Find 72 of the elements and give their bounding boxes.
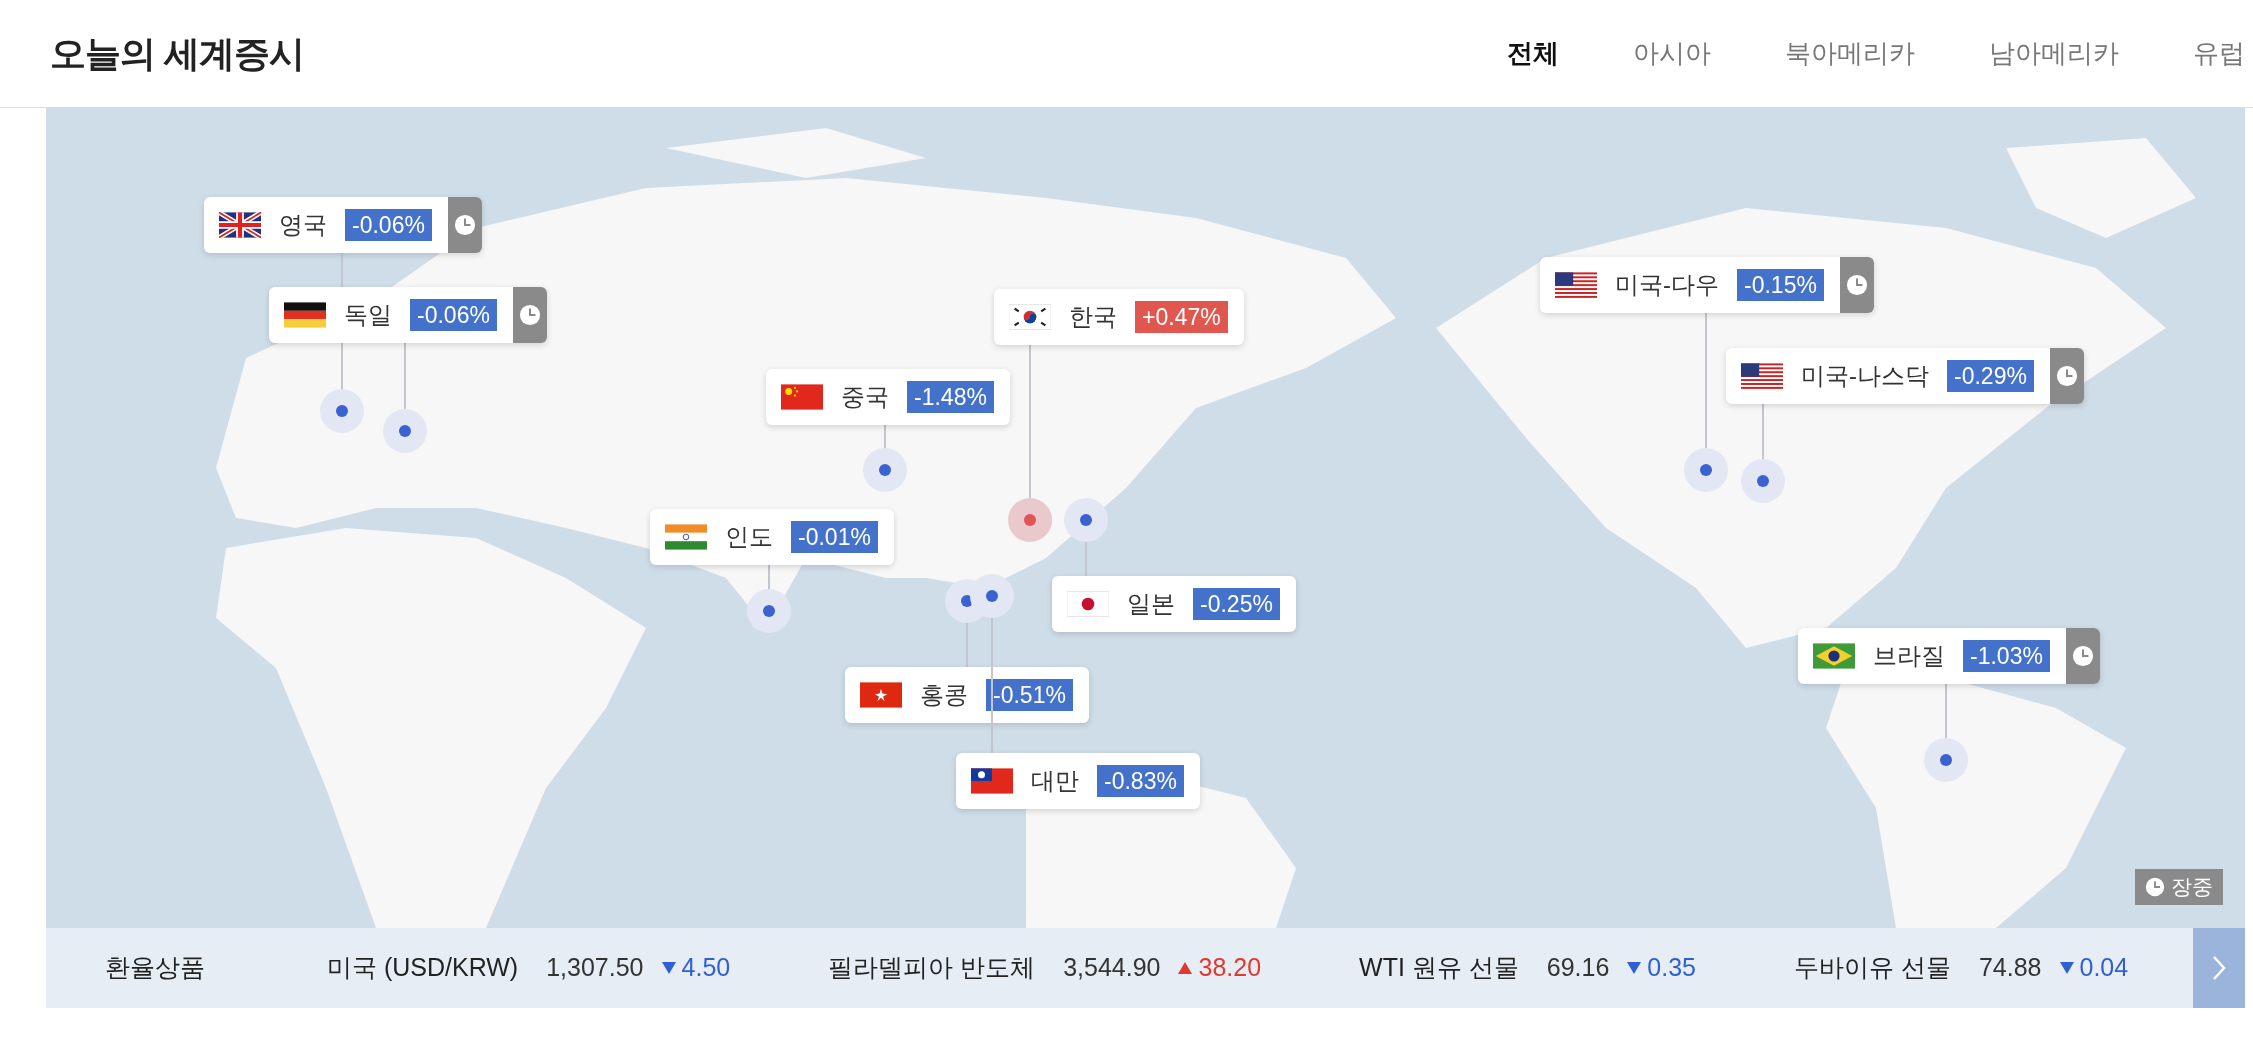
market-name: 대만 xyxy=(1031,766,1079,796)
flag-icon xyxy=(781,384,823,410)
market-card[interactable]: 인도 -0.01% xyxy=(650,509,894,565)
change-percent: -0.01% xyxy=(791,521,878,553)
clock-icon xyxy=(2145,877,2165,897)
market-name: 영국 xyxy=(279,210,327,240)
change-percent: -0.51% xyxy=(986,679,1073,711)
market-card[interactable]: 미국-다우 -0.15% xyxy=(1540,257,1874,313)
ticker-change: 4.50 xyxy=(681,952,731,984)
ticker-change: 38.20 xyxy=(1198,952,1262,984)
market-name: 인도 xyxy=(725,522,773,552)
ticker-price: 1,307.50 xyxy=(546,952,644,984)
market-card[interactable]: 대만 -0.83% xyxy=(956,753,1200,809)
market-name: 한국 xyxy=(1069,302,1117,332)
change-percent: -0.06% xyxy=(345,209,432,241)
ticker-change: 0.35 xyxy=(1647,952,1696,984)
clock-icon xyxy=(2071,645,2094,667)
change-percent: -0.25% xyxy=(1193,588,1280,620)
flag-icon xyxy=(665,524,707,550)
market-name: 브라질 xyxy=(1873,641,1945,671)
flag-icon xyxy=(1067,591,1109,617)
ticker-label: 환율상품 xyxy=(105,952,206,984)
region-tab[interactable]: 남아메리카 xyxy=(1989,34,2119,73)
clock-icon xyxy=(2055,365,2078,387)
region-tab[interactable]: 북아메리카 xyxy=(1785,34,1915,73)
market-name: 중국 xyxy=(841,382,889,412)
market-card[interactable]: 한국 +0.47% xyxy=(994,289,1244,345)
session-label: 장중 xyxy=(2171,874,2213,901)
market-card[interactable]: 미국-나스닥 -0.29% xyxy=(1726,348,2084,404)
market-card[interactable]: 브라질 -1.03% xyxy=(1798,628,2100,684)
chevron-right-icon xyxy=(2211,954,2227,982)
flag-icon xyxy=(860,682,902,708)
ticker-price: 74.88 xyxy=(1978,952,2042,984)
change-percent: -1.03% xyxy=(1963,640,2050,672)
change-percent: -0.06% xyxy=(410,299,497,331)
next-button[interactable] xyxy=(2193,928,2245,1008)
market-name: 독일 xyxy=(344,300,392,330)
ticker-price: 3,544.90 xyxy=(1063,952,1161,984)
change-percent: -0.29% xyxy=(1947,360,2034,392)
market-name: 홍콩 xyxy=(920,680,968,710)
clock-icon xyxy=(518,304,541,326)
flag-icon xyxy=(219,212,261,238)
change-percent: +0.47% xyxy=(1135,301,1228,333)
flag-icon xyxy=(1555,272,1597,298)
region-tab[interactable]: 유럽 xyxy=(2193,34,2245,73)
market-card[interactable]: 홍콩 -0.51% xyxy=(845,667,1089,723)
ticker-name: 필라델피아 반도체 xyxy=(828,952,1036,984)
ticker-price: 69.16 xyxy=(1546,952,1610,984)
market-name: 미국-나스닥 xyxy=(1801,361,1929,391)
change-percent: -1.48% xyxy=(907,381,994,413)
clock-icon xyxy=(453,214,476,236)
flag-icon xyxy=(284,302,326,328)
region-tab[interactable]: 전체 xyxy=(1507,34,1559,73)
market-card[interactable]: 독일 -0.06% xyxy=(269,287,547,343)
market-name: 일본 xyxy=(1127,589,1175,619)
market-name: 미국-다우 xyxy=(1615,270,1719,300)
change-percent: -0.15% xyxy=(1737,269,1824,301)
flag-icon xyxy=(1009,304,1051,330)
flag-icon xyxy=(1813,643,1855,669)
market-card[interactable]: 영국 -0.06% xyxy=(204,197,482,253)
flag-icon xyxy=(971,768,1013,794)
ticker-name: 두바이유 선물 xyxy=(1794,952,1951,984)
flag-icon xyxy=(1741,363,1783,389)
region-tab[interactable]: 아시아 xyxy=(1633,34,1711,73)
clock-icon xyxy=(1845,274,1868,296)
change-percent: -0.83% xyxy=(1097,765,1184,797)
page-title: 오늘의 세계증시 xyxy=(50,31,304,76)
ticker-name: 미국 (USD/KRW) xyxy=(327,952,519,984)
market-card[interactable]: 일본 -0.25% xyxy=(1052,576,1296,632)
market-card[interactable]: 중국 -1.48% xyxy=(766,369,1010,425)
ticker-name: WTI 원유 선물 xyxy=(1359,952,1519,984)
ticker-change: 0.04 xyxy=(2079,952,2129,984)
